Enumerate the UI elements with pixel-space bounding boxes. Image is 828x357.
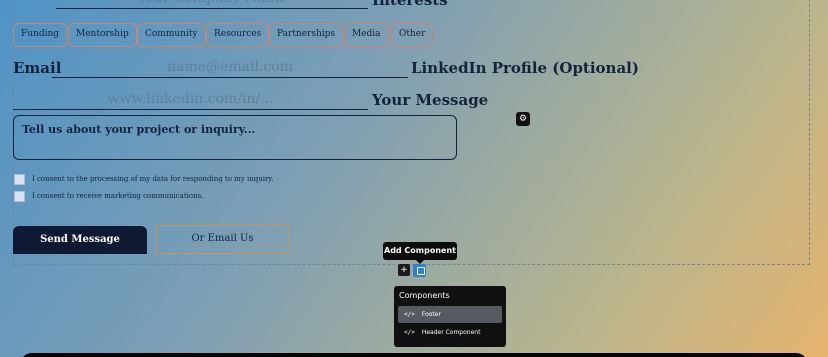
consent-marketing-label: I consent to receive marketing communica… xyxy=(32,192,204,200)
component-item-header[interactable]: </> Header Component xyxy=(398,324,502,341)
components-popup: Components </> Footer </> Header Component xyxy=(394,286,506,347)
settings-icon[interactable]: ⚙ xyxy=(516,112,530,126)
component-item-label: Header Component xyxy=(421,329,481,336)
email-us-button[interactable]: Or Email Us xyxy=(156,225,289,254)
interest-tag-community[interactable]: Community xyxy=(137,23,206,47)
consent-data-checkbox[interactable] xyxy=(14,174,25,185)
interest-tag-media[interactable]: Media xyxy=(344,23,389,47)
consent-data-label: I consent to the processing of my data f… xyxy=(32,175,274,183)
add-component-tooltip: Add Component xyxy=(383,242,457,264)
interest-tag-other[interactable]: Other xyxy=(391,23,434,47)
code-icon: </> xyxy=(404,311,415,318)
interest-tag-mentorship[interactable]: Mentorship xyxy=(68,23,137,47)
consent-marketing-checkbox[interactable] xyxy=(14,191,25,202)
component-item-label: Footer xyxy=(421,311,441,318)
popup-title: Components xyxy=(399,291,450,300)
interest-tag-partnerships[interactable]: Partnerships xyxy=(269,23,344,47)
message-textarea[interactable]: Tell us about your project or inquiry... xyxy=(13,115,457,160)
send-message-button[interactable]: Send Message xyxy=(13,226,147,254)
add-component-icon[interactable] xyxy=(413,264,426,277)
code-icon: </> xyxy=(404,329,415,336)
email-field[interactable]: name@email.com xyxy=(52,57,408,78)
interests-heading: Interests xyxy=(372,0,448,9)
interest-tag-resources[interactable]: Resources xyxy=(206,23,270,47)
add-icon[interactable]: + xyxy=(398,264,410,276)
company-name-input[interactable]: Your Company Name xyxy=(56,0,368,9)
footer-section xyxy=(20,353,808,357)
interest-tag-funding[interactable]: Funding xyxy=(13,23,68,47)
message-label: Your Message xyxy=(372,91,489,109)
linkedin-field[interactable]: www.linkedin.com/in/... xyxy=(13,89,368,110)
linkedin-label: LinkedIn Profile (Optional) xyxy=(411,59,639,77)
component-item-footer[interactable]: </> Footer xyxy=(398,306,502,323)
